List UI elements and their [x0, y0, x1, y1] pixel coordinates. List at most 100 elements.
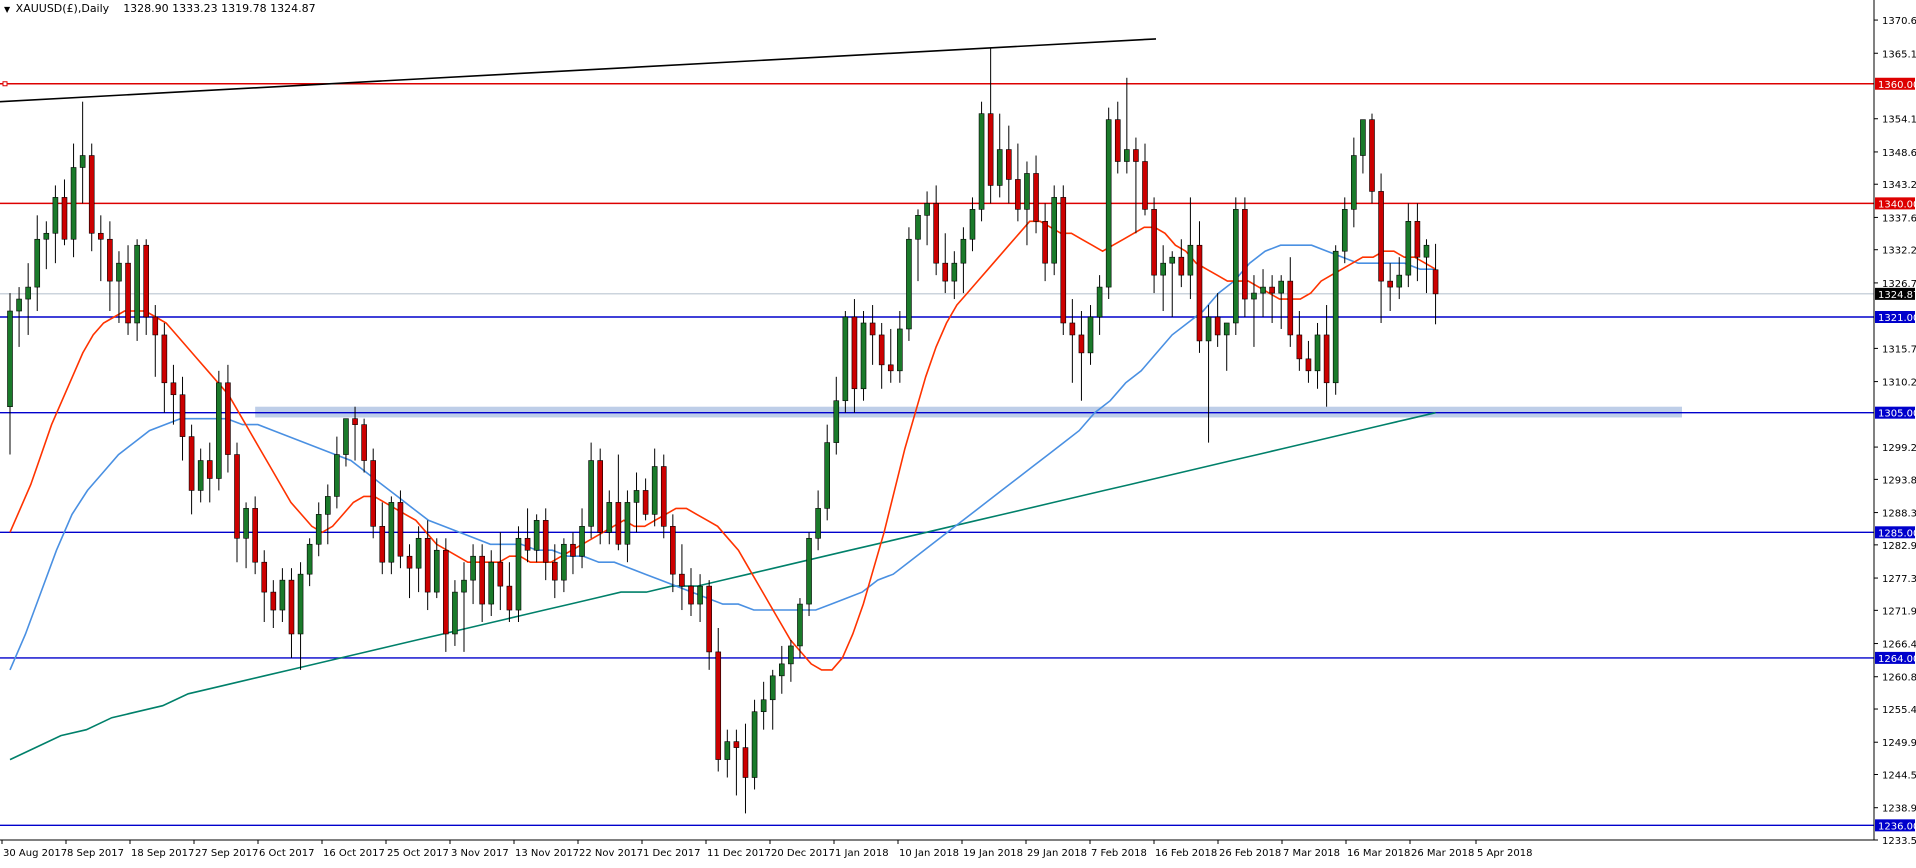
candle-body — [769, 675, 776, 701]
x-tick-label: 6 Oct 2017 — [259, 848, 314, 859]
candle — [842, 311, 849, 413]
candle-body — [1205, 316, 1212, 342]
candle-body — [225, 382, 231, 455]
candle-body — [1223, 322, 1230, 336]
level-price-tag: 1360.00 — [1875, 77, 1916, 91]
last-price-tag: 1324.87 — [1875, 287, 1916, 301]
candle-body — [1396, 274, 1403, 288]
x-tick-label: 25 Oct 2017 — [387, 848, 449, 859]
chart-window[interactable]: ▼ XAUUSD(£),Daily 1328.90 1333.23 1319.7… — [0, 0, 1916, 864]
candle-body — [1432, 269, 1439, 295]
candle-body — [433, 549, 440, 593]
x-tick-label: 8 Sep 2017 — [67, 848, 124, 859]
candle-body — [1042, 221, 1048, 264]
price-chart[interactable]: 1370.65 1365.10 1354.15 1348.60 1343.20 1337.… — [0, 0, 1916, 864]
x-tick-label: 16 Feb 2018 — [1155, 848, 1217, 859]
candle-body — [506, 585, 513, 611]
candle-body — [797, 603, 803, 647]
dropdown-triangle-icon[interactable]: ▼ — [4, 5, 10, 14]
candle-body — [424, 537, 431, 593]
y-tick-label: 1315.75 — [1882, 344, 1916, 355]
candle-body — [1305, 358, 1312, 372]
candle-body — [179, 394, 186, 437]
candle-body — [70, 167, 77, 240]
candle-body — [670, 526, 676, 575]
candle-body — [1151, 209, 1157, 276]
x-tick-label: 1 Dec 2017 — [643, 848, 701, 859]
candle-body — [306, 543, 313, 575]
candle-body — [951, 262, 958, 282]
y-tick-label: 1343.20 — [1882, 180, 1916, 191]
candle — [597, 448, 604, 545]
y-tick-label: 1266.40 — [1882, 640, 1916, 651]
candle-body — [170, 382, 177, 396]
candle-body — [270, 591, 277, 611]
level-price-tag: 1305.00 — [1875, 406, 1916, 420]
y-tick-label: 1260.85 — [1882, 673, 1916, 684]
x-tick-label: 29 Jan 2018 — [1027, 848, 1087, 859]
candle-body — [497, 561, 504, 587]
candle-body — [897, 328, 903, 372]
candle-body — [570, 543, 576, 557]
x-tick-label: 19 Jan 2018 — [963, 848, 1023, 859]
candle-body — [352, 418, 358, 425]
candle-body — [824, 442, 831, 509]
candle-body — [1387, 280, 1393, 288]
candle-body — [551, 561, 558, 581]
y-tick-label: 1354.15 — [1882, 115, 1916, 126]
candle-body — [996, 149, 1003, 186]
candle-body — [116, 262, 122, 282]
level-tag-label: 1340.00 — [1878, 199, 1916, 210]
candle — [515, 526, 522, 623]
chart-header: ▼ XAUUSD(£),Daily 1328.90 1333.23 1319.7… — [4, 2, 316, 15]
candle — [397, 490, 404, 569]
candle-body — [533, 520, 540, 551]
y-tick-label: 1282.90 — [1882, 541, 1916, 552]
y-tick-label: 1255.45 — [1882, 705, 1916, 716]
candle-body — [933, 203, 939, 264]
y-tick-label: 1244.50 — [1882, 771, 1916, 782]
candle-body — [406, 555, 413, 569]
candle-body — [243, 508, 249, 539]
last-price-tag-label: 1324.87 — [1878, 290, 1916, 301]
candle-body — [107, 238, 113, 282]
candle-body — [860, 322, 867, 390]
candle-body — [315, 514, 322, 545]
candle-body — [25, 286, 31, 300]
candle-body — [143, 244, 149, 318]
candle-body — [833, 400, 840, 443]
candle-body — [415, 537, 422, 569]
candle-body — [1105, 119, 1112, 288]
candle-body — [515, 537, 522, 611]
candle-body — [660, 466, 667, 527]
candle-body — [324, 496, 331, 515]
level-price-tag: 1321.00 — [1875, 310, 1916, 324]
candle-body — [1405, 221, 1412, 276]
candle — [1369, 113, 1375, 204]
candle-body — [88, 155, 95, 234]
candle-body — [379, 526, 386, 563]
x-tick-label: 18 Sep 2017 — [131, 848, 194, 859]
candle — [388, 496, 395, 575]
candle — [860, 311, 867, 401]
x-tick-label: 7 Mar 2018 — [1283, 848, 1340, 859]
candle-body — [197, 460, 204, 491]
candle-body — [388, 502, 395, 563]
candle-body — [1260, 286, 1266, 294]
candle-body — [34, 238, 41, 288]
candle-body — [488, 561, 495, 605]
y-tick-label: 1370.65 — [1882, 16, 1916, 27]
candle-body — [361, 424, 367, 461]
candle-body — [1369, 119, 1375, 192]
y-tick-label: 1365.10 — [1882, 49, 1916, 60]
candle-body — [788, 645, 794, 665]
candle-body — [778, 663, 785, 677]
candle-body — [461, 579, 467, 593]
candle-body — [1015, 179, 1021, 210]
candle-body — [606, 502, 613, 533]
candle-body — [524, 537, 531, 551]
candle-body — [1314, 334, 1321, 372]
level-tag-label: 1264.00 — [1878, 654, 1916, 665]
candle-body — [724, 741, 731, 760]
candle-body — [98, 232, 104, 240]
